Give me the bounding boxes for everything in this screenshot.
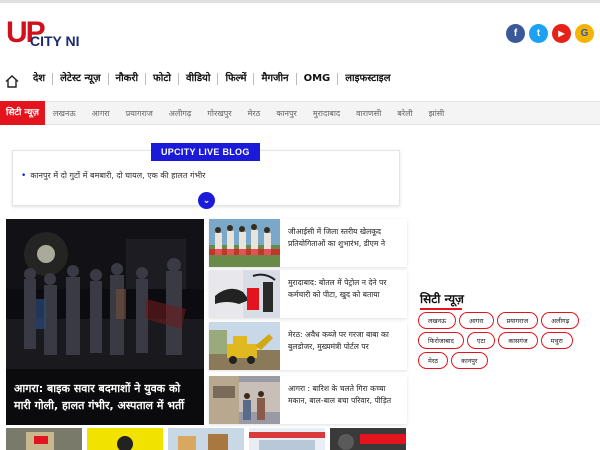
- hero-story[interactable]: आगरा: बाइक सवार बदमाशों ने युवक को मारी …: [6, 219, 204, 425]
- city-nav: सिटी न्यूज़ लखनऊ आगरा प्रयागराज अलीगढ़ ग…: [0, 101, 600, 125]
- city-tag-prayagraj[interactable]: प्रयागराज: [496, 312, 539, 329]
- story-title: जीआईसी में जिला स्तरीय खेलकूद प्रतियोगित…: [288, 227, 386, 248]
- more-stories-row: [6, 428, 406, 450]
- logo-text: CITY NI: [30, 33, 80, 49]
- story-card[interactable]: मेरठ: अवैध कब्जे पर गरजा बाबा का बुलडोजर…: [209, 322, 407, 370]
- story-thumbnail: [209, 322, 280, 370]
- story-card[interactable]: जीआईसी में जिला स्तरीय खेलकूद प्रतियोगित…: [209, 219, 407, 267]
- story-thumbnail[interactable]: [330, 428, 406, 450]
- main-nav: देश लेटेस्ट न्यूज़ नौकरी फोटो वीडियो फिल…: [0, 66, 600, 92]
- nav-item-films[interactable]: फिल्में: [217, 73, 253, 85]
- city-tag-aligarh[interactable]: अलीगढ़: [541, 312, 580, 329]
- story-thumbnail[interactable]: [249, 428, 325, 450]
- city-tag-etah[interactable]: एटा: [466, 332, 496, 349]
- story-title: मेरठ: अवैध कब्जे पर गरजा बाबा का बुलडोजर…: [288, 330, 389, 351]
- story-title: मुरादाबाद: बोतल में पेट्रोल न देने पर कर…: [288, 278, 387, 299]
- city-news-heading: सिटी न्यूज़: [420, 292, 464, 306]
- story-thumbnail[interactable]: [87, 428, 163, 450]
- city-tab-lucknow[interactable]: लखनऊ: [45, 108, 84, 119]
- social-links: f t ▶ G: [506, 24, 594, 43]
- story-thumbnail: [209, 219, 280, 267]
- city-tag-kanpur[interactable]: कानपुर: [451, 352, 488, 369]
- story-thumbnail: [209, 376, 280, 424]
- live-blog-title: UPCITY LIVE BLOG: [151, 143, 260, 161]
- city-tab-prayagraj[interactable]: प्रयागराज: [118, 108, 161, 119]
- city-tag-lucknow[interactable]: लखनऊ: [418, 312, 457, 329]
- city-tab-moradabad[interactable]: मुरादाबाद: [305, 108, 348, 119]
- city-tag-mathura[interactable]: मथुरा: [540, 332, 573, 349]
- city-news-tags: लखनऊ आगरा प्रयागराज अलीगढ़ फिरोजाबाद एटा…: [418, 312, 594, 369]
- home-icon[interactable]: [5, 73, 19, 88]
- city-tab-varanasi[interactable]: वाराणसी: [348, 108, 389, 119]
- story-thumbnail[interactable]: [6, 428, 82, 450]
- story-thumbnail: [209, 270, 280, 318]
- site-logo[interactable]: UP CITY NI: [6, 16, 116, 52]
- city-tab-jhansi[interactable]: झांसी: [421, 108, 453, 119]
- city-tag-meerut[interactable]: मेरठ: [418, 352, 449, 369]
- nav-item-lifestyle[interactable]: लाइफस्टाइल: [337, 73, 397, 85]
- google-news-icon[interactable]: G: [575, 24, 594, 43]
- nav-item-photos[interactable]: फोटो: [145, 73, 178, 85]
- nav-item-magazine[interactable]: मैगजीन: [253, 73, 295, 85]
- nav-item-latest-news[interactable]: लेटेस्ट न्यूज़: [52, 73, 107, 85]
- city-tag-kasganj[interactable]: कासगंज: [498, 332, 538, 349]
- city-tab-agra[interactable]: आगरा: [84, 108, 118, 119]
- city-tab-bareilly[interactable]: बरेली: [389, 108, 420, 119]
- story-card[interactable]: मुरादाबाद: बोतल में पेट्रोल न देने पर कर…: [209, 270, 407, 318]
- city-tab-aligarh[interactable]: अलीगढ़: [161, 108, 200, 119]
- city-tab-gorakhpur[interactable]: गोरखपुर: [199, 108, 239, 119]
- live-blog-item[interactable]: कानपुर में दो गुटों में बमबारी, दो घायल,…: [21, 170, 205, 181]
- story-thumbnail[interactable]: [168, 428, 244, 450]
- top-accent-bar: [0, 0, 600, 3]
- chevron-down-icon[interactable]: ⌄: [198, 192, 215, 209]
- city-tab-meerut[interactable]: मेरठ: [240, 108, 269, 119]
- nav-item-videos[interactable]: वीडियो: [177, 73, 217, 85]
- youtube-icon[interactable]: ▶: [552, 24, 571, 43]
- city-news-underline: [420, 308, 462, 310]
- facebook-icon[interactable]: f: [506, 24, 525, 43]
- city-tag-agra[interactable]: आगरा: [459, 312, 494, 329]
- city-tab-kanpur[interactable]: कानपुर: [268, 108, 304, 119]
- hero-caption: आगरा: बाइक सवार बदमाशों ने युवक को मारी …: [14, 382, 185, 412]
- city-tab-active[interactable]: सिटी न्यूज़: [0, 101, 45, 125]
- story-title: आगरा : बारिश के चलते गिरा कच्चा मकान, बा…: [288, 384, 392, 405]
- city-tag-firozabad[interactable]: फिरोजाबाद: [418, 332, 464, 349]
- story-card[interactable]: आगरा : बारिश के चलते गिरा कच्चा मकान, बा…: [209, 376, 407, 424]
- nav-item-desh[interactable]: देश: [26, 73, 52, 85]
- live-blog-box: UPCITY LIVE BLOG कानपुर में दो गुटों में…: [12, 143, 400, 209]
- nav-item-omg[interactable]: OMG: [295, 73, 338, 85]
- nav-item-jobs[interactable]: नौकरी: [107, 73, 146, 85]
- twitter-icon[interactable]: t: [529, 24, 548, 43]
